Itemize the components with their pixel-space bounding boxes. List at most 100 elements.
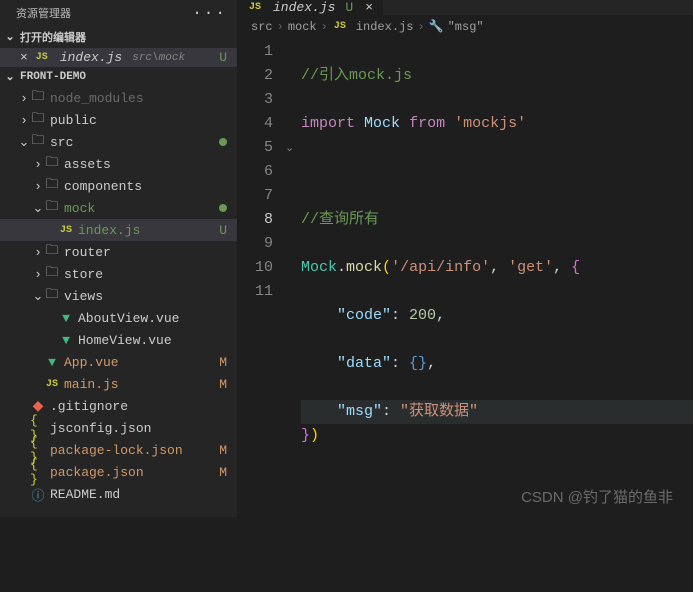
project-name: FRONT-DEMO <box>20 71 86 83</box>
wrench-icon: 🔧 <box>429 19 444 34</box>
js-icon: JS <box>58 225 74 236</box>
folder-icon: 🗀 <box>30 131 46 153</box>
watermark: CSDN @钓了猫的鱼非 <box>521 486 673 507</box>
folder-icon: 🗀 <box>44 241 60 263</box>
tree-item-label: views <box>64 289 227 304</box>
tree-item-label: README.md <box>50 487 227 502</box>
chevron-icon: ⌄ <box>32 201 44 216</box>
tree-item-label: components <box>64 179 227 194</box>
folder-icon: 🗀 <box>30 87 46 109</box>
tree-item[interactable]: ›🗀 components <box>0 175 237 197</box>
brace-icon: { } <box>30 457 46 487</box>
js-icon: JS <box>34 52 50 63</box>
tree-item[interactable]: ›🗀 assets <box>0 153 237 175</box>
chevron-icon: › <box>32 179 44 194</box>
tree-item[interactable]: ⌄🗀views <box>0 285 237 307</box>
md-icon: ⓘ <box>30 485 46 504</box>
folder-icon: 🗀 <box>44 175 60 197</box>
tree-item[interactable]: ⌄🗀 src <box>0 131 237 153</box>
open-editor-path: src\mock <box>132 52 185 64</box>
folder-icon: 🗀 <box>44 263 60 285</box>
crumb[interactable]: index.js <box>356 20 414 34</box>
status-badge: M <box>219 355 227 370</box>
js-icon: JS <box>44 379 60 390</box>
tree-item[interactable]: JS index.jsU <box>0 219 237 241</box>
file-tree: ›🗀node_modules›🗀public⌄🗀src›🗀assets›🗀com… <box>0 87 237 517</box>
breadcrumb[interactable]: src› mock› JS index.js› 🔧 "msg" <box>237 15 693 38</box>
tree-item-label: assets <box>64 157 227 172</box>
tree-item-label: src <box>50 135 213 150</box>
more-actions-icon[interactable]: ··· <box>192 4 227 22</box>
tree-item-label: router <box>64 245 227 260</box>
explorer-header: 资源管理器 ··· <box>0 0 237 26</box>
close-icon[interactable]: × <box>365 0 373 15</box>
crumb[interactable]: mock <box>288 20 317 34</box>
tree-item-label: index.js <box>78 223 219 238</box>
editor-tab[interactable]: JS index.js U × <box>237 0 384 15</box>
tree-item[interactable]: ⌄🗀 mock <box>0 197 237 219</box>
status-badge: U <box>219 50 227 65</box>
chevron-icon: › <box>32 245 44 260</box>
tree-item-label: node_modules <box>50 91 227 106</box>
tree-item[interactable]: { }package.jsonM <box>0 461 237 483</box>
tree-item[interactable]: ›🗀 public <box>0 109 237 131</box>
tree-item-label: .gitignore <box>50 399 227 414</box>
tree-item-label: jsconfig.json <box>50 421 227 436</box>
status-badge: U <box>219 223 227 238</box>
js-icon: JS <box>332 21 348 32</box>
folder-icon: 🗀 <box>44 153 60 175</box>
tab-bar: JS index.js U × <box>237 0 693 15</box>
folder-icon: 🗀 <box>30 109 46 131</box>
tree-item-label: public <box>50 113 227 128</box>
chevron-icon: › <box>32 157 44 172</box>
open-editor-item[interactable]: × JS index.js src\mock U <box>0 48 237 67</box>
tree-item[interactable]: ⓘ README.md <box>0 483 237 505</box>
fold-gutter[interactable]: ⌄ <box>285 40 301 592</box>
tree-item-label: store <box>64 267 227 282</box>
status-badge: U <box>345 0 353 15</box>
editor-area: JS index.js U × src› mock› JS index.js› … <box>237 0 693 517</box>
chevron-icon: ⌄ <box>18 135 30 150</box>
folder-icon: 🗀 <box>44 197 60 219</box>
tree-item[interactable]: ▼ AboutView.vue <box>0 307 237 329</box>
open-editors-label: 打开的编辑器 <box>20 29 86 45</box>
code-lines[interactable]: //引入mock.js import Mock from 'mockjs' //… <box>301 40 693 592</box>
open-editor-filename: index.js <box>60 50 122 65</box>
chevron-icon: › <box>18 91 30 106</box>
tree-item-label: AboutView.vue <box>78 311 227 326</box>
tree-item-label: package.json <box>50 465 219 480</box>
vue-icon: ▼ <box>58 333 74 348</box>
tree-item[interactable]: ▼App.vueM <box>0 351 237 373</box>
project-section[interactable]: ⌄ FRONT-DEMO <box>0 67 237 87</box>
tree-item-label: mock <box>64 201 213 216</box>
close-icon[interactable]: × <box>20 50 28 65</box>
tree-item-label: HomeView.vue <box>78 333 227 348</box>
status-badge: M <box>219 465 227 480</box>
git-icon: ◆ <box>30 398 46 415</box>
js-icon: JS <box>247 2 263 13</box>
modified-dot <box>219 204 227 212</box>
status-badge: M <box>219 377 227 392</box>
tree-item[interactable]: ›🗀 store <box>0 263 237 285</box>
tree-item-label: App.vue <box>64 355 219 370</box>
tree-item[interactable]: JS main.jsM <box>0 373 237 395</box>
tree-item[interactable]: ›🗀 router <box>0 241 237 263</box>
tree-item-label: main.js <box>64 377 219 392</box>
tree-item[interactable]: ›🗀 node_modules <box>0 87 237 109</box>
chevron-down-icon: ⌄ <box>4 30 16 44</box>
tab-filename: index.js <box>273 0 335 15</box>
tree-item[interactable]: ▼ HomeView.vue <box>0 329 237 351</box>
vue-icon: ▼ <box>58 311 74 326</box>
chevron-down-icon: ⌄ <box>4 70 16 84</box>
chevron-icon: ⌄ <box>32 289 44 304</box>
status-badge: M <box>219 443 227 458</box>
open-editors-section[interactable]: ⌄ 打开的编辑器 <box>0 26 237 48</box>
chevron-icon: › <box>18 113 30 128</box>
line-gutter: 1234567891011 <box>237 40 285 592</box>
tree-item-label: package-lock.json <box>50 443 219 458</box>
crumb[interactable]: "msg" <box>448 20 484 34</box>
chevron-icon: › <box>32 267 44 282</box>
explorer-sidebar: 资源管理器 ··· ⌄ 打开的编辑器 × JS index.js src\moc… <box>0 0 237 517</box>
code-editor[interactable]: 1234567891011 ⌄ //引入mock.js import Mock … <box>237 38 693 592</box>
crumb[interactable]: src <box>251 20 273 34</box>
